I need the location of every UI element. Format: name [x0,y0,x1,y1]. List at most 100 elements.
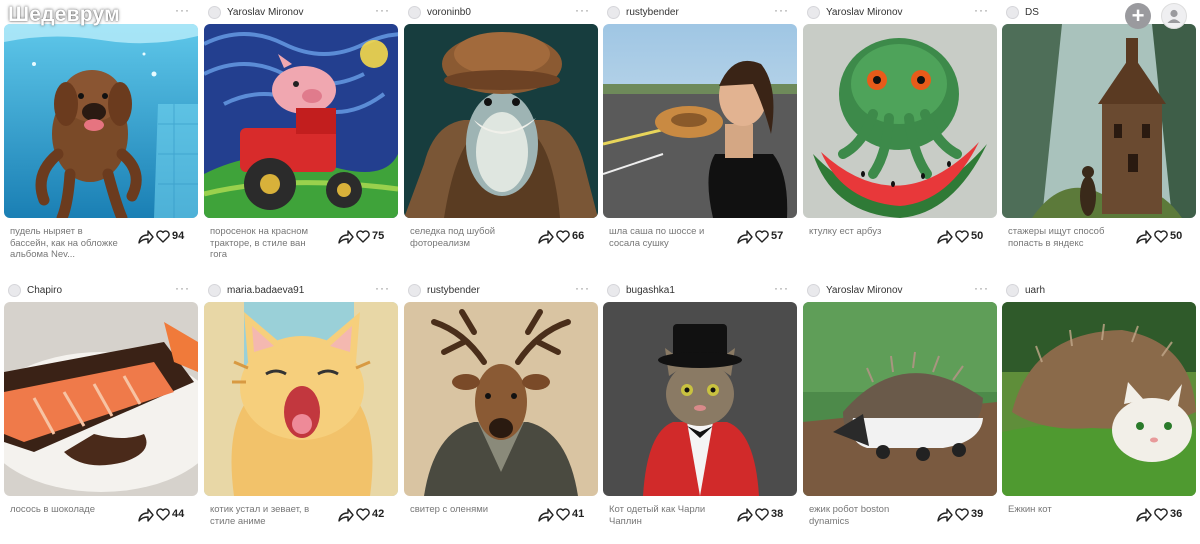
share-icon[interactable] [538,230,554,244]
card-caption: Кот одетый как Чарли Чаплин [609,504,706,527]
heart-icon[interactable] [356,230,370,243]
like-count: 38 [771,508,784,520]
more-icon[interactable]: ··· [575,282,590,294]
add-icon[interactable]: + [1125,3,1151,29]
heart-icon[interactable] [1154,230,1168,243]
heart-icon[interactable] [156,230,170,243]
like-count: 75 [372,230,385,242]
card[interactable]: Yaroslav Mironov ··· поросенок на красно… [204,0,398,266]
heart-icon[interactable] [755,230,769,243]
robot-hedgehog-image[interactable] [803,302,997,496]
cat-top-hat-image[interactable] [603,302,797,496]
share-icon[interactable] [538,508,554,522]
card-caption: селедка под шубой фотореализм [410,226,496,249]
card[interactable]: uarh Ежкин кот 36 [1002,278,1196,544]
more-icon[interactable]: ··· [375,4,390,16]
author-name[interactable]: rustybender [626,7,679,18]
avatar[interactable] [607,283,620,297]
herring-fur-coat-image[interactable] [404,24,598,218]
share-icon[interactable] [1136,508,1152,522]
share-icon[interactable] [338,230,354,244]
like-count: 57 [771,230,784,242]
like-count: 44 [172,508,185,520]
author-name[interactable]: DS [1025,7,1039,18]
share-icon[interactable] [937,230,953,244]
app-logo[interactable]: Шедеврум [8,3,120,27]
card-caption: Ежкин кот [1008,504,1052,515]
avatar[interactable] [1006,283,1019,297]
poodle-underwater-image[interactable] [4,24,198,218]
share-icon[interactable] [338,508,354,522]
avatar[interactable] [408,283,421,297]
author-name[interactable]: maria.badaeva91 [227,285,304,296]
author-name[interactable]: Yaroslav Mironov [826,7,903,18]
like-count: 42 [372,508,385,520]
heart-icon[interactable] [556,230,570,243]
card[interactable]: voroninb0 ··· селедка под шубой фотореал… [404,0,598,266]
share-icon[interactable] [737,508,753,522]
share-icon[interactable] [937,508,953,522]
like-count: 94 [172,230,185,242]
avatar[interactable] [208,283,221,297]
like-count: 36 [1170,508,1183,520]
more-icon[interactable]: ··· [774,4,789,16]
author-name[interactable]: uarh [1025,285,1045,296]
card[interactable]: DS стажеры ищут способ попасть в яндекс … [1002,0,1196,266]
card-caption: лосось в шоколаде [10,504,95,515]
heart-icon[interactable] [955,230,969,243]
heart-icon[interactable] [356,508,370,521]
avatar[interactable] [8,283,21,297]
more-icon[interactable]: ··· [175,282,190,294]
more-icon[interactable]: ··· [974,282,989,294]
heart-icon[interactable] [1154,508,1168,521]
heart-icon[interactable] [556,508,570,521]
author-name[interactable]: Yaroslav Mironov [227,7,304,18]
deer-sweater-image[interactable] [404,302,598,496]
castle-forest-image[interactable] [1002,24,1196,218]
heart-icon[interactable] [156,508,170,521]
anime-cat-yawn-image[interactable] [204,302,398,496]
card-caption: ктулку ест арбуз [809,226,882,237]
salmon-chocolate-image[interactable] [4,302,198,496]
card[interactable]: Yaroslav Mironov ··· ежик робот boston d… [803,278,997,544]
avatar[interactable] [1006,5,1019,19]
more-icon[interactable]: ··· [774,282,789,294]
author-name[interactable]: Chapiro [27,285,62,296]
avatar[interactable] [807,283,820,297]
card[interactable]: Chapiro ··· лосось в шоколаде 44 [4,278,198,544]
author-name[interactable]: bugashka1 [626,285,675,296]
like-count: 41 [572,508,585,520]
profile-button[interactable] [1161,3,1187,29]
author-name[interactable]: Yaroslav Mironov [826,285,903,296]
card-caption: котик устал и зевает, в стиле аниме [210,504,310,527]
heart-icon[interactable] [755,508,769,521]
woman-bagel-road-image[interactable] [603,24,797,218]
avatar[interactable] [607,5,620,19]
share-icon[interactable] [138,230,154,244]
more-icon[interactable]: ··· [375,282,390,294]
more-icon[interactable]: ··· [974,4,989,16]
card[interactable]: ··· пудель ныряет в бассейн, как на обло… [4,0,198,266]
card-caption: ежик робот boston dynamics [809,504,890,527]
card[interactable]: Yaroslav Mironov ··· ктулку ест арбуз 50 [803,0,997,266]
avatar[interactable] [807,5,820,19]
pig-tractor-image[interactable] [204,24,398,218]
card-caption: шла саша по шоссе и сосала сушку [609,226,705,249]
more-icon[interactable]: ··· [575,4,590,16]
share-icon[interactable] [1136,230,1152,244]
more-icon[interactable]: ··· [175,4,190,16]
card[interactable]: rustybender ··· свитер с оленями 41 [404,278,598,544]
avatar[interactable] [208,5,221,19]
cthulhu-watermelon-image[interactable] [803,24,997,218]
share-icon[interactable] [138,508,154,522]
card[interactable]: rustybender ··· шла саша по шоссе и соса… [603,0,797,266]
author-name[interactable]: voroninb0 [427,7,471,18]
heart-icon[interactable] [955,508,969,521]
card[interactable]: bugashka1 ··· Кот одетый как Чарли Чапли… [603,278,797,544]
like-count: 66 [572,230,585,242]
avatar[interactable] [408,5,421,19]
card[interactable]: maria.badaeva91 ··· котик устал и зевает… [204,278,398,544]
share-icon[interactable] [737,230,753,244]
hedgehog-cat-image[interactable] [1002,302,1196,496]
author-name[interactable]: rustybender [427,285,480,296]
